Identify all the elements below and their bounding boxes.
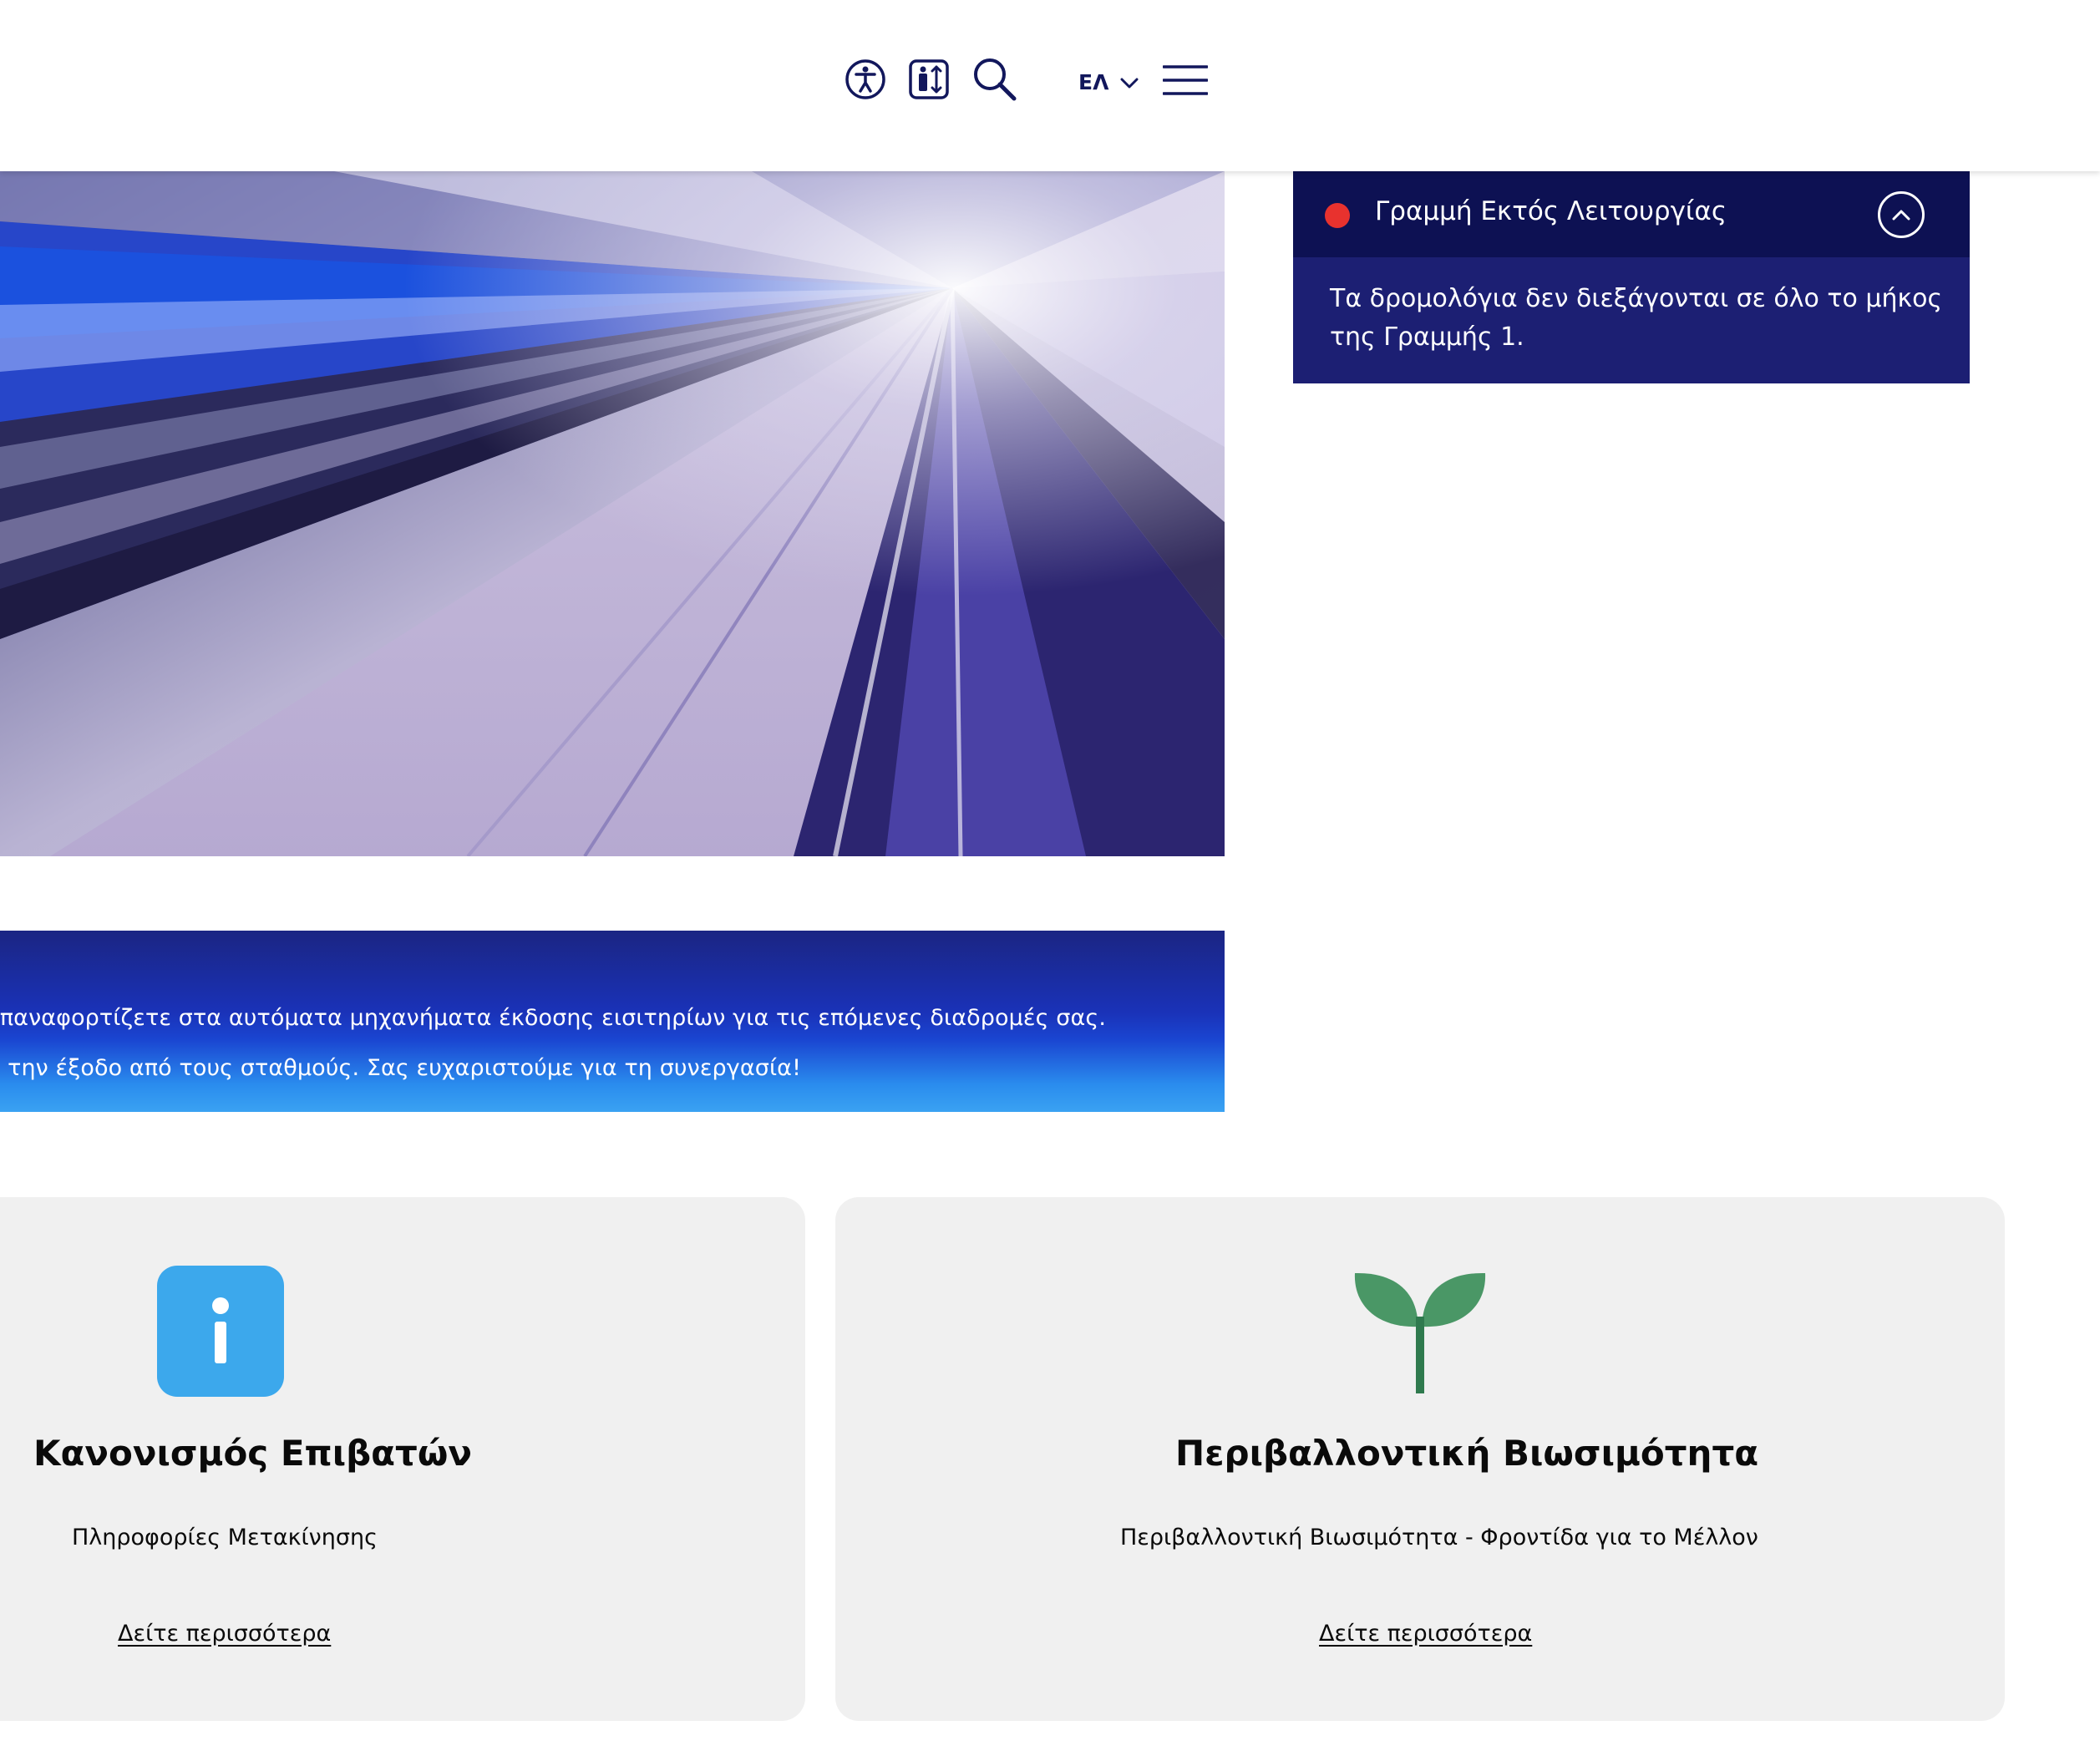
language-label: ΕΛ bbox=[1078, 69, 1109, 94]
see-more-link[interactable]: Δείτε περισσότερα bbox=[118, 1621, 331, 1647]
line-status-header[interactable]: Γραμμή Εκτός Λειτουργίας bbox=[1293, 171, 1970, 257]
environmental-sustainability-card: Περιβαλλοντική Βιωσιμότητα Περιβαλλοντικ… bbox=[835, 1197, 2005, 1721]
line-status-title: Γραμμή Εκτός Λειτουργίας bbox=[1375, 196, 1727, 226]
notice-banner: α τα επαναφορτίζετε στα αυτόματα μηχανήμ… bbox=[0, 931, 1225, 1112]
line-status-message: Τα δρομολόγια δεν διεξάγονται σε όλο το … bbox=[1330, 284, 1943, 352]
see-more-link[interactable]: Δείτε περισσότερα bbox=[1319, 1621, 1532, 1647]
notice-line-1: α τα επαναφορτίζετε στα αυτόματα μηχανήμ… bbox=[0, 1005, 1106, 1031]
status-indicator bbox=[1325, 203, 1350, 228]
info-icon bbox=[157, 1266, 284, 1397]
search-icon[interactable] bbox=[972, 57, 1017, 102]
chevron-up-icon bbox=[1892, 209, 1910, 221]
card-subtitle: Πληροφορίες Μετακίνησης bbox=[72, 1525, 378, 1550]
accessibility-icon[interactable] bbox=[845, 58, 886, 100]
sprout-icon bbox=[1353, 1260, 1487, 1402]
passenger-regulation-card: Κανονισμός Επιβατών Πληροφορίες Μετακίνη… bbox=[0, 1197, 805, 1721]
chevron-down-icon bbox=[1120, 70, 1139, 94]
language-selector[interactable]: ΕΛ bbox=[1078, 65, 1154, 99]
collapse-toggle-button[interactable] bbox=[1878, 191, 1925, 238]
hamburger-menu-icon[interactable] bbox=[1163, 64, 1208, 96]
line-status-card: Γραμμή Εκτός Λειτουργίας Τα δρομολόγια δ… bbox=[1293, 171, 1970, 383]
notice-line-2: ατά την έξοδο από τους σταθμούς. Σας ευχ… bbox=[0, 1055, 801, 1081]
elevator-icon[interactable] bbox=[909, 59, 949, 99]
card-title: Κανονισμός Επιβατών bbox=[33, 1433, 472, 1474]
hero-image bbox=[0, 171, 1225, 856]
site-header: ΕΛ bbox=[0, 0, 2100, 171]
card-title: Περιβαλλοντική Βιωσιμότητα bbox=[1175, 1433, 1759, 1474]
card-subtitle: Περιβαλλοντική Βιωσιμότητα - Φροντίδα γι… bbox=[1120, 1525, 1758, 1550]
